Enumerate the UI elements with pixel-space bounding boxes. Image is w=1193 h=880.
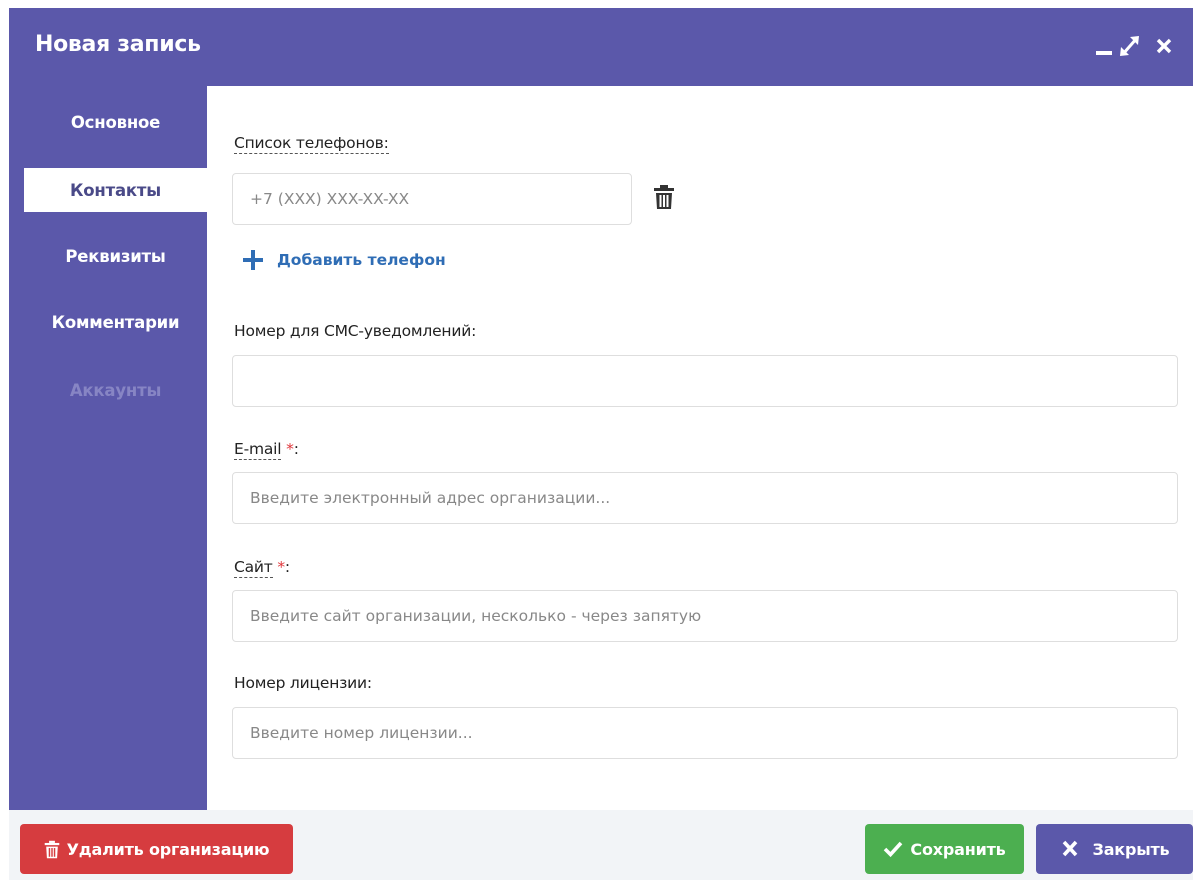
- save-label: Сохранить: [910, 839, 1006, 859]
- trash-icon[interactable]: [653, 184, 675, 214]
- sms-number-input[interactable]: [232, 355, 1178, 407]
- close-button[interactable]: Закрыть: [1036, 824, 1193, 874]
- plus-icon: [243, 250, 263, 270]
- sidebar: Основное Контакты Реквизиты Комментарии …: [9, 86, 207, 810]
- email-required-mark: *: [286, 440, 294, 458]
- tab-comments[interactable]: Комментарии: [24, 300, 207, 344]
- email-label-text: E-mail: [234, 440, 282, 460]
- delete-organization-label: Удалить организацию: [66, 839, 270, 859]
- site-label-suffix: :: [284, 558, 290, 576]
- contacts-form: Список телефонов: Добавить телефон Номер…: [207, 86, 1193, 810]
- site-required-mark: *: [277, 558, 285, 576]
- email-input[interactable]: [232, 472, 1178, 524]
- tab-main[interactable]: Основное: [24, 100, 207, 144]
- delete-organization-button[interactable]: Удалить организацию: [20, 824, 293, 874]
- check-icon: [884, 841, 903, 858]
- phone-input[interactable]: [232, 173, 632, 225]
- phones-label: Список телефонов:: [234, 134, 389, 154]
- tab-contacts[interactable]: Контакты: [24, 168, 207, 212]
- email-label: E-mail *:: [234, 440, 299, 460]
- license-label: Номер лицензии:: [234, 674, 372, 692]
- save-button[interactable]: Сохранить: [865, 824, 1024, 874]
- dialog-footer: Удалить организацию Сохранить Закрыть: [9, 810, 1193, 880]
- close-label: Закрыть: [1092, 839, 1170, 859]
- maximize-icon[interactable]: [1117, 34, 1143, 58]
- site-label-text: Сайт: [234, 558, 273, 578]
- add-phone-label: Добавить телефон: [277, 251, 446, 269]
- site-label: Сайт *:: [234, 558, 290, 578]
- minimize-icon[interactable]: [1094, 34, 1116, 58]
- dialog-title: Новая запись: [35, 32, 201, 57]
- email-label-suffix: :: [293, 440, 299, 458]
- license-number-input[interactable]: [232, 707, 1178, 759]
- phones-label-text: Список телефонов:: [234, 134, 389, 154]
- trash-icon: [44, 840, 59, 858]
- close-icon: [1062, 840, 1077, 857]
- sms-label: Номер для СМС-уведомлений:: [234, 322, 477, 340]
- tab-requisites[interactable]: Реквизиты: [24, 234, 207, 278]
- site-input[interactable]: [232, 590, 1178, 642]
- add-phone-link[interactable]: Добавить телефон: [242, 249, 446, 271]
- dialog-titlebar: Новая запись: [9, 8, 1193, 86]
- new-record-dialog: Новая запись Основное Контакты Реквизиты…: [9, 8, 1193, 880]
- tab-accounts: Аккаунты: [69, 380, 162, 400]
- close-icon[interactable]: [1153, 34, 1177, 58]
